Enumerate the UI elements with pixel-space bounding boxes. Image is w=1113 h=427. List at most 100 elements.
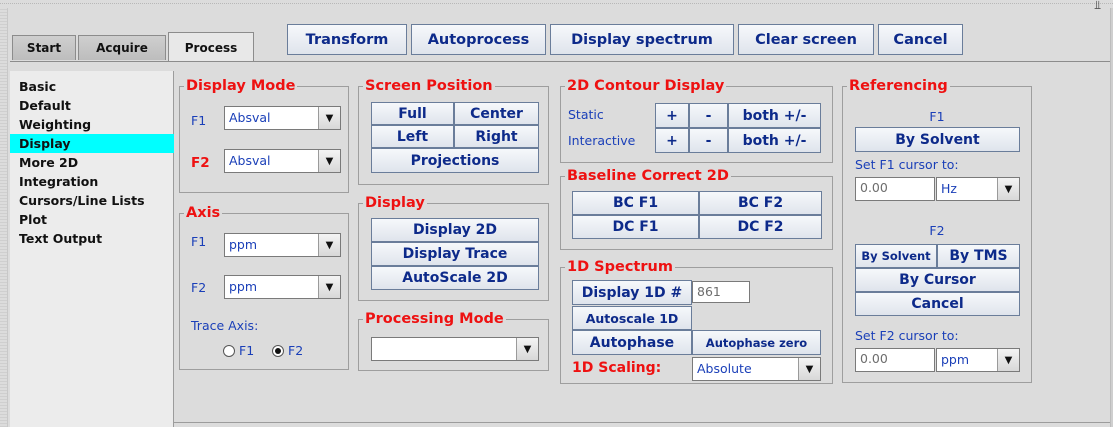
contour-static-label: Static	[568, 107, 604, 122]
f1-unit-select[interactable]: Hz ▼	[936, 177, 1020, 201]
axis-f2-value: ppm	[229, 279, 258, 294]
sidebar-item-basic[interactable]: Basic	[10, 77, 174, 96]
tab-strip-line	[10, 61, 1110, 62]
trace-axis-f2-radio[interactable]	[272, 345, 284, 357]
autoscale-1d-button[interactable]: Autoscale 1D	[572, 306, 692, 330]
axis-title: Axis	[184, 204, 223, 222]
trace-axis-f1-radio[interactable]	[223, 345, 235, 357]
f2-by-tms-button[interactable]: By TMS	[937, 244, 1020, 268]
chevron-down-icon: ▼	[318, 150, 340, 172]
spectrum-1d-group: 1D Spectrum Display 1D # 861 Autoscale 1…	[560, 258, 833, 384]
display-trace-button[interactable]: Display Trace	[371, 242, 539, 266]
contour-display-group: 2D Contour Display Static + - both +/- I…	[560, 77, 833, 163]
projections-button[interactable]: Projections	[371, 148, 539, 173]
sidebar-item-plot[interactable]: Plot	[10, 210, 174, 229]
center-button[interactable]: Center	[454, 102, 539, 125]
f1-cursor-label: Set F1 cursor to:	[855, 157, 959, 172]
contour-display-title: 2D Contour Display	[565, 77, 727, 95]
tab-process[interactable]: Process	[168, 32, 254, 62]
chevron-down-icon: ▼	[798, 358, 820, 380]
processing-mode-select[interactable]: ▼	[371, 337, 539, 361]
baseline-correct-title: Baseline Correct 2D	[565, 167, 731, 185]
processing-mode-group: Processing Mode ▼	[358, 310, 549, 371]
display-1d-number-input[interactable]: 861	[692, 281, 750, 303]
autoprocess-button[interactable]: Autoprocess	[411, 24, 546, 55]
axis-f1-label: F1	[191, 234, 207, 249]
interactive-minus-button[interactable]: -	[689, 128, 728, 153]
display-mode-f2-value: Absval	[229, 153, 271, 168]
sidebar-item-weighting[interactable]: Weighting	[10, 115, 174, 134]
axis-f1-value: ppm	[229, 237, 258, 252]
autophase-zero-button[interactable]: Autophase zero	[692, 330, 821, 355]
processing-mode-title: Processing Mode	[363, 310, 506, 328]
static-both-button[interactable]: both +/-	[728, 103, 821, 128]
f1-by-solvent-button[interactable]: By Solvent	[855, 127, 1020, 152]
f2-unit-value: ppm	[941, 352, 970, 367]
tab-acquire[interactable]: Acquire	[78, 35, 166, 60]
sidebar-item-default[interactable]: Default	[10, 96, 174, 115]
display-mode-f2-select[interactable]: Absval ▼	[224, 149, 341, 173]
sidebar-item-display[interactable]: Display	[10, 134, 174, 153]
trace-axis-label: Trace Axis:	[191, 318, 259, 333]
static-plus-button[interactable]: +	[655, 103, 689, 128]
autophase-button[interactable]: Autophase	[572, 330, 692, 355]
referencing-title: Referencing	[847, 77, 950, 95]
screen-position-title: Screen Position	[363, 77, 495, 95]
static-minus-button[interactable]: -	[689, 103, 728, 128]
display-spectrum-button[interactable]: Display spectrum	[550, 24, 734, 55]
chevron-down-icon: ▼	[318, 234, 340, 256]
referencing-f1-label: F1	[929, 109, 945, 124]
f2-cancel-button[interactable]: Cancel	[855, 292, 1020, 316]
left-button[interactable]: Left	[371, 125, 454, 148]
f2-unit-select[interactable]: ppm ▼	[936, 348, 1020, 372]
display-mode-group: Display Mode F1 Absval ▼ F2 Absval ▼	[179, 77, 349, 193]
f2-cursor-label: Set F2 cursor to:	[855, 328, 959, 343]
display-2d-button[interactable]: Display 2D	[371, 218, 539, 242]
screen-position-group: Screen Position Full Center Left Right P…	[358, 77, 549, 185]
chevron-down-icon: ▼	[997, 349, 1019, 371]
baseline-correct-group: Baseline Correct 2D BC F1 BC F2 DC F1 DC…	[560, 167, 833, 250]
window-top-edge	[0, 0, 1113, 4]
interactive-both-button[interactable]: both +/-	[728, 128, 821, 153]
axis-f1-select[interactable]: ppm ▼	[224, 233, 341, 257]
display-mode-f1-select[interactable]: Absval ▼	[224, 106, 341, 130]
scaling-1d-value: Absolute	[697, 361, 752, 376]
interactive-plus-button[interactable]: +	[655, 128, 689, 153]
referencing-f2-label: F2	[929, 223, 945, 238]
scaling-1d-select[interactable]: Absolute ▼	[692, 357, 821, 381]
f1-unit-value: Hz	[941, 181, 957, 196]
sidebar-item-cursors-line-lists[interactable]: Cursors/Line Lists	[10, 191, 174, 210]
sidebar-item-integration[interactable]: Integration	[10, 172, 174, 191]
display-1d-button[interactable]: Display 1D #	[572, 280, 692, 305]
trace-axis-f2-label: F2	[288, 343, 304, 358]
display-mode-f1-value: Absval	[229, 110, 271, 125]
f2-cursor-input[interactable]: 0.00	[855, 348, 935, 372]
sidebar: Basic Default Weighting Display More 2D …	[10, 71, 174, 427]
chevron-down-icon: ▼	[318, 276, 340, 298]
sidebar-item-text-output[interactable]: Text Output	[10, 229, 174, 248]
sidebar-item-more-2d[interactable]: More 2D	[10, 153, 174, 172]
transform-button[interactable]: Transform	[287, 24, 407, 55]
tab-start[interactable]: Start	[12, 35, 76, 60]
dc-f2-button[interactable]: DC F2	[699, 215, 822, 239]
full-button[interactable]: Full	[371, 102, 454, 125]
f1-cursor-input[interactable]: 0.00	[855, 177, 935, 201]
chevron-down-icon: ▼	[318, 107, 340, 129]
spectrum-1d-title: 1D Spectrum	[565, 258, 675, 276]
f2-by-cursor-button[interactable]: By Cursor	[855, 268, 1020, 292]
right-button[interactable]: Right	[454, 125, 539, 148]
axis-f2-label: F2	[191, 280, 207, 295]
display-mode-f2-label: F2	[191, 155, 210, 171]
pin-icon[interactable]: ⫫	[1094, 0, 1101, 13]
scaling-1d-label: 1D Scaling:	[572, 360, 662, 376]
dc-f1-button[interactable]: DC F1	[572, 215, 699, 239]
bc-f1-button[interactable]: BC F1	[572, 191, 699, 215]
chevron-down-icon: ▼	[997, 178, 1019, 200]
f2-by-solvent-button[interactable]: By Solvent	[855, 244, 937, 268]
axis-f2-select[interactable]: ppm ▼	[224, 275, 341, 299]
trace-axis-f1-label: F1	[239, 343, 255, 358]
bc-f2-button[interactable]: BC F2	[699, 191, 822, 215]
cancel-button[interactable]: Cancel	[878, 24, 963, 55]
autoscale-2d-button[interactable]: AutoScale 2D	[371, 266, 539, 290]
clear-screen-button[interactable]: Clear screen	[738, 24, 874, 55]
